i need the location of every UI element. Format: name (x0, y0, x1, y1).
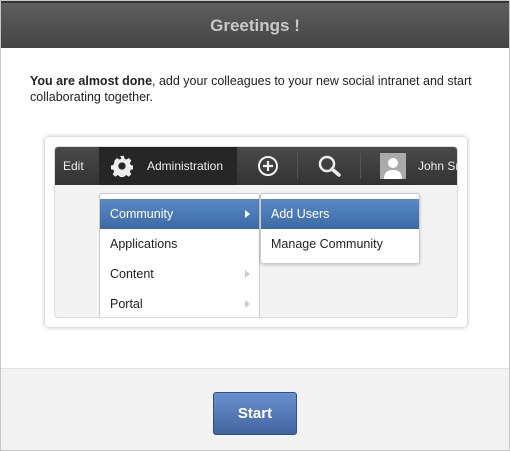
plus-circle-icon (258, 156, 278, 176)
illustration-screen: Edit Administration John Sm Community Ap… (54, 146, 458, 318)
start-button[interactable]: Start (213, 392, 297, 435)
dialog-footer: Start (1, 368, 509, 450)
greetings-dialog: Greetings ! You are almost done, add you… (0, 0, 510, 451)
menu-item-portal: Portal (100, 289, 259, 317)
chevron-right-icon (245, 270, 250, 278)
submenu-item-manage-community: Manage Community (271, 237, 383, 251)
toolbar: Edit Administration John Sm (55, 147, 457, 185)
chevron-right-icon (245, 210, 250, 218)
menu-item-community: Community (100, 199, 259, 229)
intro-text: You are almost done, add your colleagues… (30, 73, 490, 105)
search-icon (318, 155, 341, 177)
administration-menu: Community Applications Content Portal (99, 193, 260, 317)
avatar-icon (380, 153, 406, 179)
illustration-card: Edit Administration John Sm Community Ap… (45, 137, 467, 327)
menu-item-content: Content (100, 259, 259, 289)
separator (297, 153, 298, 179)
menu-label: Applications (110, 237, 178, 251)
menu-label: Content (110, 267, 154, 281)
separator (360, 153, 361, 179)
menu-item-applications: Applications (100, 229, 259, 259)
chevron-right-icon (245, 300, 250, 308)
user-name: John Sm (418, 159, 457, 173)
menu-label: Community (110, 207, 174, 221)
administration-label: Administration (147, 159, 224, 173)
dialog-title: Greetings ! (1, 1, 509, 48)
menu-label: Portal (110, 297, 143, 311)
administration-tab: Administration (99, 147, 237, 185)
intro-bold: You are almost done (30, 74, 153, 88)
community-submenu: Add Users Manage Community (260, 193, 420, 264)
edit-label: Edit (63, 159, 84, 173)
gear-icon (111, 155, 133, 177)
submenu-item-add-users: Add Users (261, 199, 419, 229)
